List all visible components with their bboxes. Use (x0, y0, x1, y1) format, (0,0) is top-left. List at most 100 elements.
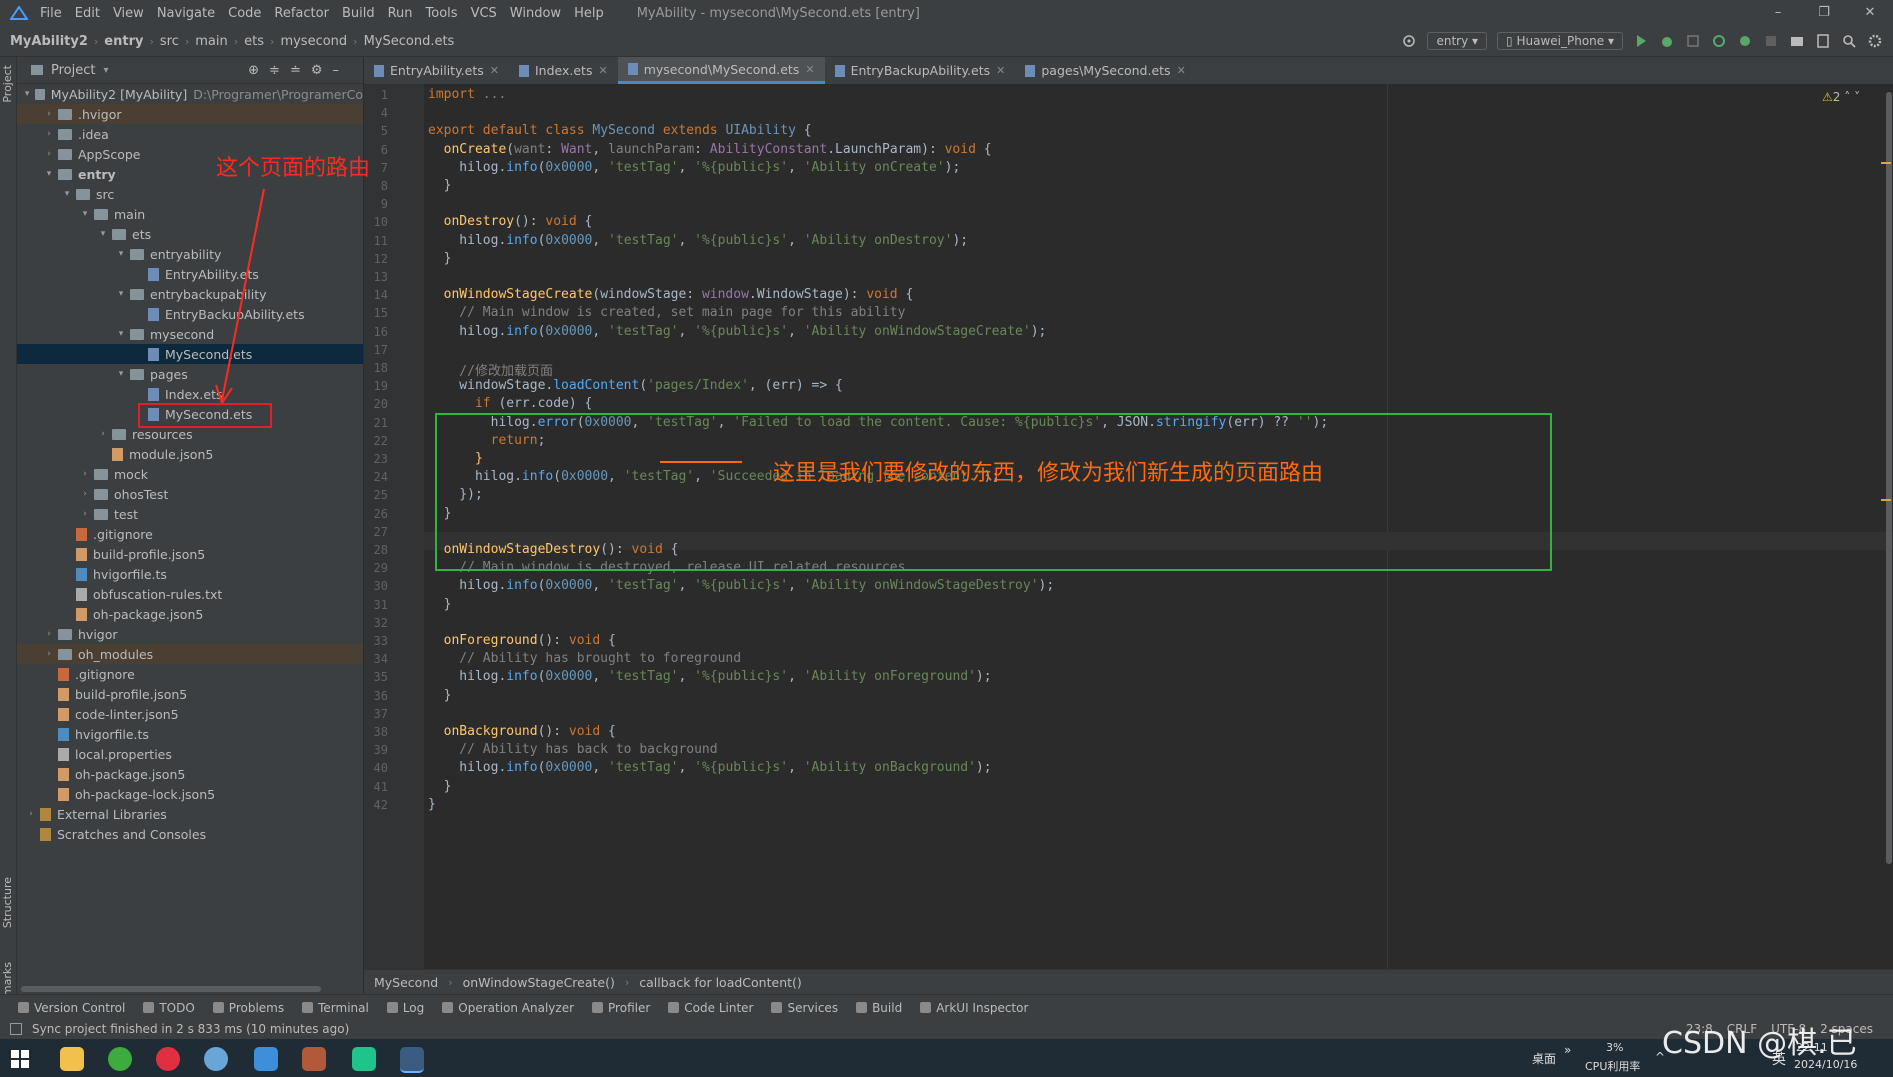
breadcrumb-src[interactable]: src (156, 34, 183, 49)
code-line[interactable]: export default class MySecond extends UI… (428, 123, 812, 138)
menu-code[interactable]: Code (228, 6, 261, 21)
menu-build[interactable]: Build (342, 6, 375, 21)
close-tab-icon[interactable]: ✕ (996, 64, 1005, 77)
crumb-class[interactable]: MySecond (374, 975, 438, 990)
chevron-down-icon[interactable]: ▾ (23, 89, 32, 99)
tool-window-tab[interactable]: Build (856, 1001, 902, 1015)
menu-vcs[interactable]: VCS (471, 6, 497, 21)
vertical-scrollbar[interactable] (1886, 92, 1892, 864)
breadcrumb-main[interactable]: main (191, 34, 231, 49)
tree-item[interactable]: ▾ MyAbility2 [MyAbility] D:\Programer\Prog… (17, 84, 363, 104)
code-line[interactable]: hilog.info(0x0000, 'testTag', '%{public}… (428, 760, 991, 775)
tree-item[interactable]: Index.ets (17, 384, 363, 404)
project-structure-icon[interactable] (1789, 33, 1805, 49)
code-line[interactable]: } (428, 597, 452, 612)
chevron-right-icon[interactable]: › (79, 509, 91, 519)
code-line[interactable]: windowStage.loadContent('pages/Index', (… (428, 378, 843, 393)
warning-stripe-marker[interactable] (1881, 499, 1891, 501)
tree-item[interactable]: MySecond.ets (17, 344, 363, 364)
tree-item[interactable]: code-linter.json5 (17, 704, 363, 724)
close-tab-icon[interactable]: ✕ (598, 64, 607, 77)
gear-icon[interactable]: ⚙ (311, 63, 333, 78)
chevron-down-icon[interactable]: ▾ (115, 289, 127, 299)
chevron-down-icon[interactable]: ▾ (115, 329, 127, 339)
chevron-down-icon[interactable]: ▾ (103, 65, 108, 76)
breadcrumb-project[interactable]: MyAbility2 (6, 34, 92, 49)
chevron-down-icon[interactable]: ▾ (61, 189, 73, 199)
file-explorer-icon[interactable] (60, 1047, 84, 1071)
status-message[interactable]: Sync project finished in 2 s 833 ms (10 … (32, 1022, 349, 1036)
tree-item[interactable]: hvigorfile.ts (17, 564, 363, 584)
close-tab-icon[interactable]: ✕ (490, 64, 499, 77)
tree-item[interactable]: .gitignore (17, 524, 363, 544)
code-line[interactable]: hilog.info(0x0000, 'testTag', '%{public}… (428, 578, 1054, 593)
tree-item[interactable]: › External Libraries (17, 804, 363, 824)
pycharm-icon[interactable] (352, 1047, 376, 1071)
editor-tab[interactable]: pages\MySecond.ets ✕ (1015, 57, 1195, 84)
editor-tab[interactable]: Index.ets ✕ (509, 57, 618, 84)
code-line[interactable]: hilog.info(0x0000, 'testTag', '%{public}… (428, 669, 991, 684)
tree-item[interactable]: obfuscation-rules.txt (17, 584, 363, 604)
tree-item[interactable]: EntryBackupAbility.ets (17, 304, 363, 324)
tree-item[interactable]: oh-package.json5 (17, 764, 363, 784)
code-line[interactable]: } (428, 251, 452, 266)
chevron-down-icon[interactable]: ▾ (79, 209, 91, 219)
minimize-icon[interactable]: – (1755, 0, 1801, 26)
game-app-icon[interactable] (302, 1047, 326, 1071)
code-line[interactable]: hilog.info(0x0000, 'testTag', '%{public}… (428, 233, 968, 248)
chevron-right-icon[interactable]: › (43, 629, 55, 639)
tree-item[interactable]: .gitignore (17, 664, 363, 684)
code-line[interactable]: // Main window is created, set main page… (428, 305, 905, 320)
breadcrumb-mysecond[interactable]: mysecond (276, 34, 351, 49)
debug-icon[interactable] (1659, 33, 1675, 49)
crumb-callback[interactable]: callback for loadContent() (639, 975, 802, 990)
code-line[interactable]: } (428, 797, 436, 812)
structure-tool-button[interactable]: Structure (1, 877, 14, 928)
code-line[interactable]: } (428, 688, 452, 703)
chevron-right-icon[interactable]: › (43, 109, 55, 119)
code-line[interactable]: // Ability has back to background (428, 742, 717, 757)
project-panel-title[interactable]: Project (51, 63, 95, 78)
menu-file[interactable]: File (40, 6, 62, 21)
tree-item[interactable]: ▾ ets (17, 224, 363, 244)
close-tab-icon[interactable]: ✕ (805, 63, 814, 76)
tree-item[interactable]: › ohosTest (17, 484, 363, 504)
attach-debugger-icon[interactable] (1685, 33, 1701, 49)
tree-item[interactable]: › .hvigor (17, 104, 363, 124)
device-select[interactable]: ▯ Huawei_Phone ▾ (1497, 32, 1623, 50)
tree-item[interactable]: Scratches and Consoles (17, 824, 363, 844)
menu-help[interactable]: Help (574, 6, 604, 21)
chevron-right-icon[interactable]: › (43, 649, 55, 659)
tree-item[interactable]: › test (17, 504, 363, 524)
tree-item[interactable]: ▾ main (17, 204, 363, 224)
tree-item[interactable]: module.json5 (17, 444, 363, 464)
close-tab-icon[interactable]: ✕ (1177, 64, 1186, 77)
tree-item[interactable]: oh-package-lock.json5 (17, 784, 363, 804)
tree-item[interactable]: EntryAbility.ets (17, 264, 363, 284)
code-line[interactable]: // Ability has brought to foreground (428, 651, 741, 666)
collapse-all-icon[interactable]: ≐ (290, 63, 311, 78)
locate-file-icon[interactable]: ⊕ (248, 63, 269, 78)
tree-item[interactable]: build-profile.json5 (17, 684, 363, 704)
tree-item[interactable]: ▾ entryability (17, 244, 363, 264)
code-line[interactable]: onCreate(want: Want, launchParam: Abilit… (428, 142, 992, 157)
menu-window[interactable]: Window (510, 6, 561, 21)
tool-window-tab[interactable]: Problems (212, 1001, 284, 1015)
bird-app-icon[interactable] (204, 1047, 228, 1071)
breadcrumb-module[interactable]: entry (100, 34, 147, 49)
tree-item[interactable]: ▾ mysecond (17, 324, 363, 344)
chevron-down-icon[interactable]: ▾ (115, 369, 127, 379)
menu-view[interactable]: View (113, 6, 144, 21)
tool-window-tab[interactable]: Terminal (302, 1001, 369, 1015)
editor-tab[interactable]: EntryBackupAbility.ets ✕ (825, 57, 1016, 84)
code-line[interactable]: hilog.info(0x0000, 'testTag', '%{public}… (428, 160, 960, 175)
tree-item[interactable]: ▾ pages (17, 364, 363, 384)
code-line[interactable]: onDestroy(): void { (428, 214, 593, 229)
device-manager-icon[interactable] (1815, 33, 1831, 49)
chevron-right-icon[interactable]: › (43, 129, 55, 139)
target-icon[interactable] (1401, 33, 1417, 49)
deveco-studio-icon[interactable] (400, 1047, 424, 1073)
tree-item[interactable]: › oh_modules (17, 644, 363, 664)
code-line[interactable]: onForeground(): void { (428, 633, 616, 648)
status-toggle-icon[interactable] (10, 1023, 22, 1035)
